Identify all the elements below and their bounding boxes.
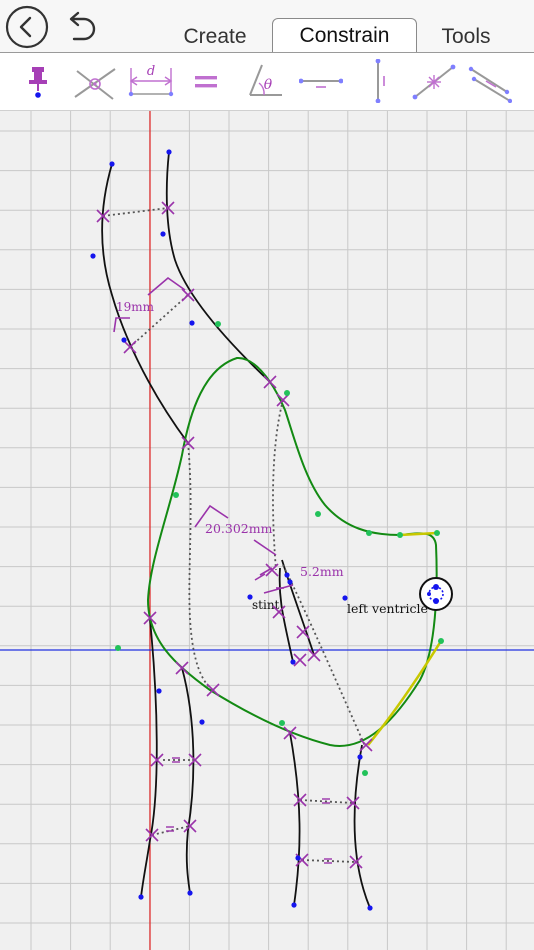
coincident-marker[interactable] <box>307 648 321 662</box>
sketch-point[interactable] <box>284 572 290 578</box>
horizontal-icon <box>298 78 344 88</box>
sketch-point[interactable] <box>121 337 127 343</box>
midpoint-icon <box>412 64 456 100</box>
undo-arrow-icon <box>69 11 96 41</box>
midpoint-tool-button[interactable] <box>412 59 456 103</box>
top-bar: Create Constrain Tools <box>0 0 534 53</box>
label-left-ventricle[interactable]: left ventricle <box>347 601 428 616</box>
right-lower-outer-curve <box>289 732 301 906</box>
rotate-handle[interactable] <box>419 577 453 611</box>
sketch-point[interactable] <box>342 595 348 601</box>
control-point[interactable] <box>279 720 285 726</box>
horizontal-tool-button[interactable] <box>298 59 344 103</box>
equal-marker <box>166 826 174 832</box>
sketch-point[interactable] <box>109 161 115 167</box>
sketch-point[interactable] <box>290 659 296 665</box>
left-upper-inner-curve <box>165 151 271 383</box>
tab-tools[interactable]: Tools <box>426 20 506 53</box>
sketch-point[interactable] <box>189 320 195 326</box>
equal-tool-button[interactable] <box>184 59 228 103</box>
label-stint[interactable]: stint <box>252 598 280 612</box>
sketch-point[interactable] <box>156 688 162 694</box>
distance-icon: d <box>128 64 174 97</box>
left-ventricle-curve[interactable] <box>146 356 438 747</box>
control-point[interactable] <box>362 770 368 776</box>
angle-icon: θ <box>249 64 282 96</box>
chevron-left-circle-icon <box>5 5 49 49</box>
control-point[interactable] <box>215 321 221 327</box>
dimension-label-19mm[interactable]: 19mm <box>116 300 155 314</box>
sketch-point[interactable] <box>247 594 253 600</box>
angle-tool-button[interactable]: θ <box>242 59 286 103</box>
sketch-point[interactable] <box>160 231 166 237</box>
coincident-icon <box>74 68 116 100</box>
sketch-point[interactable] <box>187 890 193 896</box>
coincident-marker[interactable] <box>175 661 189 675</box>
sketch-point[interactable] <box>199 719 205 725</box>
sketch-point[interactable] <box>287 579 293 585</box>
sketch-canvas[interactable]: 19mm 20.302mm 5.2mm stint left ventricle <box>0 111 534 950</box>
equal-icon <box>195 76 217 88</box>
control-point[interactable] <box>284 390 290 396</box>
control-point[interactable] <box>115 645 121 651</box>
undo-button[interactable] <box>60 6 102 48</box>
dimension-label-5-2mm[interactable]: 5.2mm <box>300 564 344 579</box>
svg-text:d: d <box>147 64 155 79</box>
pin-tool-button[interactable] <box>16 59 60 103</box>
sketch-point[interactable] <box>357 754 363 760</box>
parallel-tool-button[interactable] <box>468 59 513 104</box>
control-point[interactable] <box>366 530 372 536</box>
back-button[interactable] <box>5 5 49 49</box>
angle-glyph: θ <box>264 77 273 93</box>
dimension-label-20-302mm[interactable]: 20.302mm <box>205 521 273 536</box>
sketch-point[interactable] <box>367 905 373 911</box>
highlight-segment-top <box>399 531 438 537</box>
control-point[interactable] <box>438 638 444 644</box>
pin-fix-icon <box>29 67 47 98</box>
constraint-toolbar: d θ <box>0 53 534 111</box>
left-lower-inner-curve <box>181 667 195 894</box>
control-point[interactable] <box>315 511 321 517</box>
sketch-point[interactable] <box>90 253 96 259</box>
control-point[interactable] <box>173 492 179 498</box>
tab-create[interactable]: Create <box>170 20 260 53</box>
vertical-icon <box>375 58 385 104</box>
coincident-tool-button[interactable] <box>73 59 117 103</box>
distance-tool-button[interactable]: d <box>127 59 175 103</box>
dimension-markers <box>113 276 294 594</box>
tab-constrain[interactable]: Constrain <box>272 18 417 53</box>
coincident-marker[interactable] <box>293 653 307 667</box>
sketch-point[interactable] <box>166 149 172 155</box>
sketch-point[interactable] <box>138 894 144 900</box>
coincident-marker[interactable] <box>346 796 360 810</box>
highlight-segment-right <box>366 640 443 746</box>
control-point[interactable] <box>397 532 403 538</box>
sketch-point[interactable] <box>291 902 297 908</box>
control-point[interactable] <box>434 530 440 536</box>
parallel-icon <box>468 66 513 104</box>
coincident-marker[interactable] <box>263 375 277 389</box>
vertical-tool-button[interactable] <box>356 58 400 104</box>
sketch-point[interactable] <box>295 855 301 861</box>
